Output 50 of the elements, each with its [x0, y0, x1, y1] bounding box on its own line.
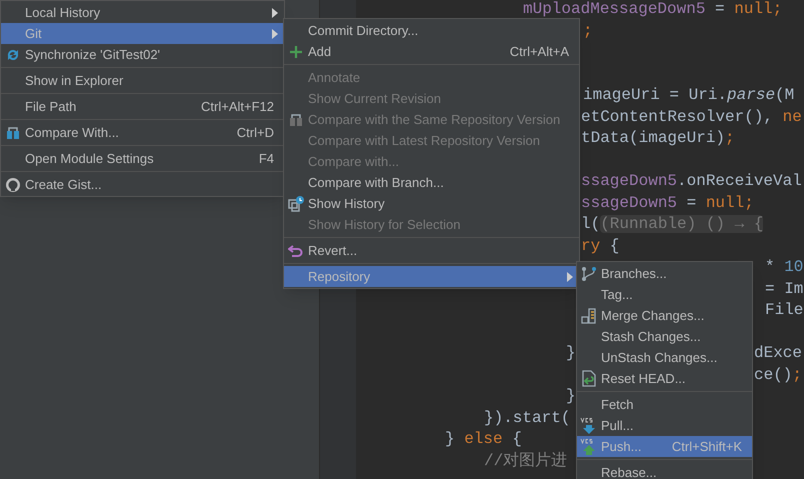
- menu-item[interactable]: Branches...: [577, 263, 752, 284]
- menu-item[interactable]: Add Ctrl+Alt+A: [284, 41, 579, 62]
- menu-item[interactable]: Compare with Branch...: [284, 172, 579, 193]
- reset-icon: [581, 370, 597, 387]
- code-text: = Im: [765, 278, 804, 300]
- merge-icon: [581, 308, 597, 324]
- menu-item[interactable]: Show in Explorer: [1, 70, 284, 91]
- code-text: mUploadMessageDown5 = null;: [523, 0, 782, 20]
- code-text: }: [566, 343, 576, 364]
- compare-icon: [5, 124, 21, 140]
- menu-item[interactable]: Pull...: [577, 415, 752, 436]
- history-icon: [288, 195, 304, 212]
- code-text: ry {: [581, 236, 620, 256]
- menu-item[interactable]: Show History: [284, 193, 579, 214]
- vcs-up-arrow-icon: [580, 438, 598, 456]
- code-text: ce();: [754, 364, 802, 386]
- branch-icon: [581, 266, 597, 282]
- code-text: * 10: [765, 257, 804, 278]
- code-text: } else {: [445, 429, 522, 450]
- menu-item[interactable]: File Path Ctrl+Alt+F12: [1, 96, 284, 117]
- menu-item[interactable]: Rebase...: [577, 462, 752, 479]
- menu-item[interactable]: UnStash Changes...: [577, 347, 752, 368]
- menu-item[interactable]: Fetch: [577, 394, 752, 415]
- code-text: dExce: [754, 343, 802, 364]
- menu-item[interactable]: Open Module Settings F4: [1, 148, 284, 169]
- vcs-down-arrow-icon: [580, 416, 598, 434]
- code-text: //对图片进: [484, 450, 568, 472]
- menu-item[interactable]: Revert...: [284, 240, 579, 261]
- menu-item[interactable]: Commit Directory...: [284, 20, 579, 41]
- menu-item[interactable]: Reset HEAD...: [577, 368, 752, 389]
- menu-item[interactable]: Compare With... Ctrl+D: [1, 122, 284, 143]
- code-text: etContentResolver(), ne: [581, 106, 802, 128]
- code-text: File: [765, 300, 804, 321]
- menu-item[interactable]: Stash Changes...: [577, 326, 752, 347]
- code-text: imageUri = Uri.parse(M: [583, 85, 794, 106]
- code-text: ssageDown5 = null;: [581, 192, 754, 214]
- code-text: ;: [583, 20, 593, 42]
- code-text: }: [566, 386, 576, 407]
- menu-item[interactable]: Create Gist...: [1, 174, 284, 195]
- menu-item[interactable]: Tag...: [577, 284, 752, 305]
- code-text: tData(imageUri);: [581, 128, 735, 149]
- code-text: ssageDown5.onReceiveVal: [581, 171, 802, 192]
- undo-arrow-icon: [288, 244, 304, 258]
- menu-item[interactable]: Synchronize 'GitTest02': [1, 44, 284, 65]
- code-text: l((Runnable) () → {: [581, 214, 764, 235]
- compare-icon: [288, 112, 304, 128]
- plus-icon: [289, 44, 303, 58]
- menu-item[interactable]: Local History: [1, 2, 284, 23]
- code-text: }).start(: [484, 408, 570, 428]
- menu-item[interactable]: Merge Changes...: [577, 305, 752, 326]
